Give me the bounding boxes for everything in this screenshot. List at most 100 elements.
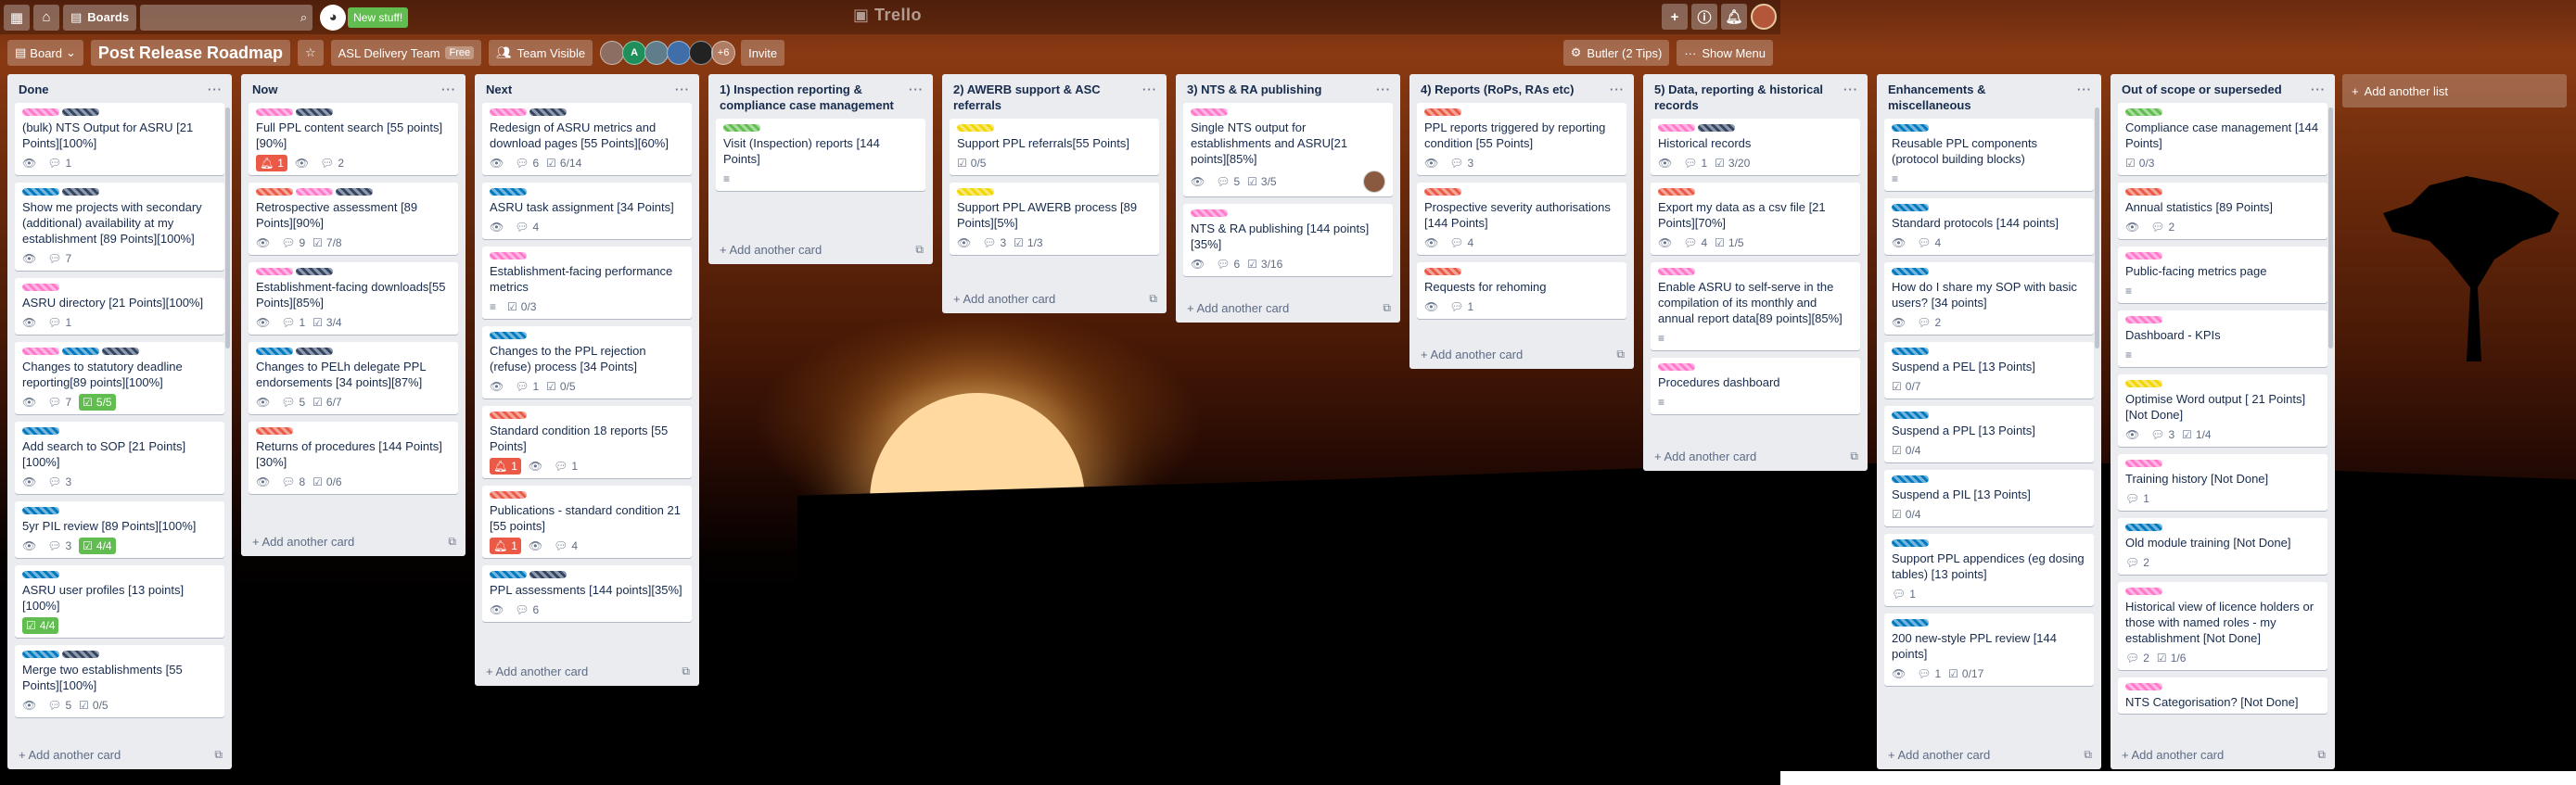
label-blue[interactable]: [1892, 204, 1929, 211]
card[interactable]: Training history [Not Done] 💬︎ 1: [2118, 454, 2327, 511]
member-avatar[interactable]: A: [622, 41, 647, 65]
list-header[interactable]: 3) NTS & RA publishing ···: [1176, 74, 1400, 103]
list-title[interactable]: Enhancements & miscellaneous: [1888, 82, 2072, 113]
label-yellow[interactable]: [2125, 380, 2162, 387]
card[interactable]: Old module training [Not Done] 💬︎ 2: [2118, 518, 2327, 575]
card[interactable]: PPL reports triggered by reporting condi…: [1417, 103, 1626, 175]
list-menu-icon[interactable]: ···: [2077, 82, 2092, 113]
card[interactable]: Support PPL appendices (eg dosing tables…: [1884, 534, 2094, 606]
label-dark[interactable]: [296, 108, 333, 116]
label-pink[interactable]: [490, 108, 527, 116]
card[interactable]: Publications - standard condition 21 [55…: [482, 486, 692, 558]
list-title[interactable]: 3) NTS & RA publishing: [1187, 82, 1321, 97]
member-avatar[interactable]: [667, 41, 692, 65]
list-menu-icon[interactable]: ···: [1843, 82, 1858, 113]
card[interactable]: Establishment-facing downloads[55 Points…: [249, 262, 458, 335]
list-header[interactable]: Now ···: [241, 74, 465, 103]
board-title[interactable]: Post Release Roadmap: [90, 40, 290, 66]
label-dark[interactable]: [529, 571, 567, 578]
label-dark[interactable]: [62, 108, 99, 116]
notification-bell-icon[interactable]: 🔔︎: [1721, 4, 1747, 30]
card[interactable]: Export my data as a csv file [21 Points]…: [1651, 183, 1860, 255]
card[interactable]: (bulk) NTS Output for ASRU [21 Points][1…: [15, 103, 224, 175]
label-dark[interactable]: [102, 348, 139, 355]
label-dark[interactable]: [296, 268, 333, 275]
card-template-icon[interactable]: ⧉: [1850, 449, 1858, 463]
card-template-icon[interactable]: ⧉: [915, 243, 924, 257]
card-template-icon[interactable]: ⧉: [2317, 748, 2326, 762]
add-card-button[interactable]: + Add another card ⧉: [708, 236, 933, 264]
label-pink[interactable]: [2125, 460, 2162, 467]
label-red[interactable]: [1424, 188, 1461, 196]
label-red[interactable]: [1424, 268, 1461, 275]
label-pink[interactable]: [256, 268, 293, 275]
label-dark[interactable]: [62, 651, 99, 658]
card[interactable]: Single NTS output for establishments and…: [1183, 103, 1393, 196]
list-menu-icon[interactable]: ···: [208, 82, 223, 97]
label-blue[interactable]: [1892, 619, 1929, 627]
label-pink[interactable]: [1658, 363, 1695, 371]
butler-button[interactable]: ⚙ Butler (2 Tips): [1562, 40, 1670, 66]
label-pink[interactable]: [490, 252, 527, 260]
label-blue[interactable]: [22, 651, 59, 658]
team-button[interactable]: ASL Delivery Team Free: [330, 40, 482, 66]
card[interactable]: PPL assessments [144 points][35%] 👁︎ 💬︎ 6: [482, 565, 692, 622]
label-dark[interactable]: [62, 188, 99, 196]
card-member-avatar[interactable]: [1363, 171, 1385, 193]
card[interactable]: ASRU task assignment [34 Points] 👁︎ 💬︎ 4: [482, 183, 692, 239]
label-red[interactable]: [2125, 188, 2162, 196]
card[interactable]: Compliance case management [144 Points] ☑…: [2118, 103, 2327, 175]
list-header[interactable]: 4) Reports (RoPs, RAs etc) ···: [1409, 74, 1634, 103]
card-template-icon[interactable]: ⧉: [1616, 348, 1625, 361]
card[interactable]: 5yr PIL review [89 Points][100%] 👁︎ 💬︎ 3 ☑ 4/…: [15, 501, 224, 558]
add-card-button[interactable]: + Add another card ⧉: [241, 528, 465, 556]
card[interactable]: Changes to the PPL rejection (refuse) pr…: [482, 326, 692, 399]
add-card-button[interactable]: + Add another card ⧉: [475, 658, 699, 686]
card-template-icon[interactable]: ⧉: [1383, 301, 1391, 315]
label-blue[interactable]: [490, 188, 527, 196]
list-menu-icon[interactable]: ···: [1610, 82, 1625, 97]
card[interactable]: Visit (Inspection) reports [144 Points] ≡: [716, 119, 925, 191]
label-pink[interactable]: [22, 284, 59, 291]
add-list-button[interactable]: + Add another list: [2342, 74, 2567, 108]
add-card-button[interactable]: + Add another card ⧉: [1643, 443, 1868, 471]
list-header[interactable]: Out of scope or superseded ···: [2111, 74, 2335, 103]
card[interactable]: NTS Categorisation? [Not Done]: [2118, 677, 2327, 714]
label-red[interactable]: [490, 411, 527, 419]
card[interactable]: Historical view of licence holders or th…: [2118, 582, 2327, 670]
card[interactable]: Retrospective assessment [89 Points][90%…: [249, 183, 458, 255]
label-red[interactable]: [1658, 188, 1695, 196]
list-header[interactable]: 1) Inspection reporting & compliance cas…: [708, 74, 933, 119]
list-title[interactable]: Done: [19, 82, 49, 97]
home-icon[interactable]: ⌂: [33, 4, 59, 31]
card[interactable]: Changes to statutory deadline reporting[…: [15, 342, 224, 414]
card[interactable]: ASRU directory [21 Points][100%] 👁︎ 💬︎ 1: [15, 278, 224, 335]
label-blue[interactable]: [1892, 348, 1929, 355]
star-icon[interactable]: ☆: [297, 40, 324, 66]
list-header[interactable]: Next ···: [475, 74, 699, 103]
add-card-button[interactable]: + Add another card ⧉: [1176, 295, 1400, 323]
label-blue[interactable]: [490, 571, 527, 578]
label-pink[interactable]: [22, 108, 59, 116]
card-template-icon[interactable]: ⧉: [448, 535, 456, 549]
card[interactable]: Historical records 👁︎ 💬︎ 1 ☑ 3/20: [1651, 119, 1860, 175]
list-title[interactable]: 4) Reports (RoPs, RAs etc): [1421, 82, 1574, 97]
label-blue[interactable]: [1892, 411, 1929, 419]
label-yellow[interactable]: [957, 124, 994, 132]
list-title[interactable]: 5) Data, reporting & historical records: [1654, 82, 1838, 113]
card[interactable]: Suspend a PPL [13 Points] ☑ 0/4: [1884, 406, 2094, 462]
list-scrollbar[interactable]: [2095, 108, 2099, 348]
card[interactable]: Public-facing metrics page ≡: [2118, 247, 2327, 303]
label-dark[interactable]: [296, 348, 333, 355]
trello-logo[interactable]: ▣ Trello: [853, 6, 922, 25]
invite-button[interactable]: Invite: [741, 40, 785, 66]
list-menu-icon[interactable]: ···: [675, 82, 690, 97]
board-view-switcher[interactable]: ▤ Board ⌄: [7, 40, 83, 66]
card[interactable]: Support PPL AWERB process [89 Points][5%…: [950, 183, 1159, 255]
create-plus-icon[interactable]: +: [1662, 4, 1688, 30]
label-blue[interactable]: [2125, 524, 2162, 531]
apps-icon[interactable]: ▦: [4, 4, 30, 31]
label-blue[interactable]: [256, 348, 293, 355]
label-pink[interactable]: [296, 188, 333, 196]
card[interactable]: Reusable PPL components (protocol buildi…: [1884, 119, 2094, 191]
